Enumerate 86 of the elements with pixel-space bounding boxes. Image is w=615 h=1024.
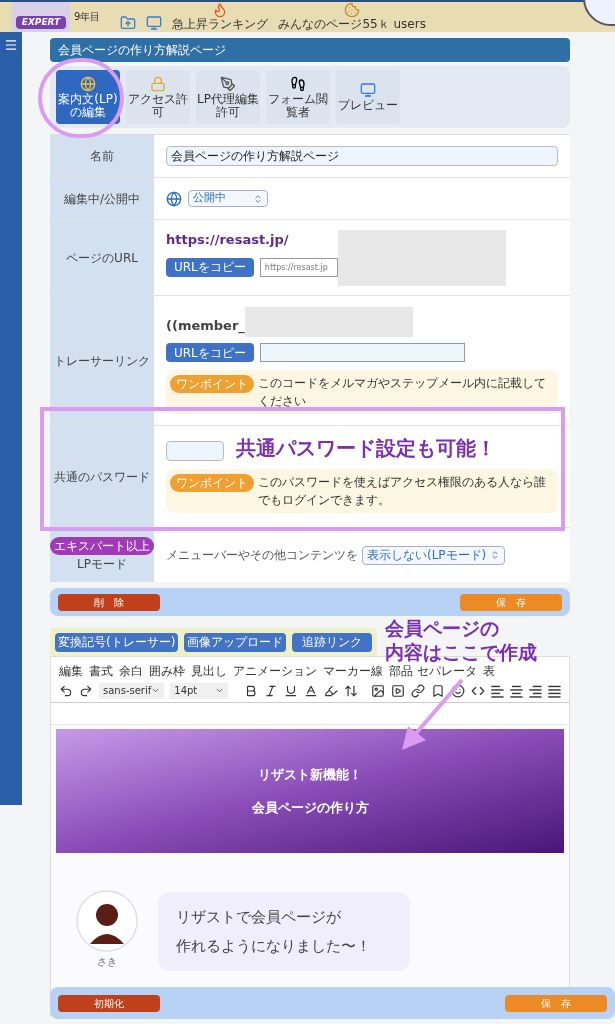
align-center-icon[interactable] (510, 683, 524, 698)
monitor-icon[interactable] (146, 15, 163, 31)
editor-menu-item[interactable]: アニメーション (233, 662, 317, 680)
tab[interactable]: 案内文(LP)の編集 (56, 70, 120, 124)
folder-icon[interactable] (120, 15, 137, 31)
editor-menu-item[interactable]: 編集 (59, 662, 83, 680)
avatar-icon (76, 890, 138, 952)
speech-text: 作れるようになりました〜！ (176, 935, 372, 957)
redo-icon[interactable] (79, 683, 93, 698)
font-select[interactable]: sans-serif (99, 682, 165, 699)
row-label: 共通のパスワード (50, 426, 154, 527)
nav-label[interactable]: みんなのページ55ｋ users (278, 18, 426, 31)
align-left-icon[interactable] (491, 683, 505, 698)
tip-text: このコードをメルマガやステップメール内に記載してください (258, 375, 547, 410)
url-field[interactable]: https://resast.jp (259, 257, 338, 277)
page-url-link[interactable]: https://resast.jp/ (166, 230, 338, 250)
editor-tool-button[interactable]: 変換記号(トレーサー) (55, 632, 179, 652)
editor-menu-item[interactable]: 表 (482, 662, 495, 680)
editor-menu-item[interactable]: 囲み枠 (149, 662, 185, 680)
italic-icon[interactable] (263, 683, 278, 698)
line-height-icon[interactable] (343, 683, 358, 698)
lp-mode-label: LPモード (77, 556, 127, 573)
row-label: ページのURL (50, 220, 154, 295)
row-label: トレーサーリンク (50, 296, 154, 425)
speech-text: リザストで会員ページが (176, 907, 342, 928)
row-label: 編集中/公開中 (50, 178, 154, 219)
tab[interactable]: アクセス許可 (126, 70, 190, 124)
tip-text: このパスワードを使えばアクセス権限のある人なら誰でもログインできます。 (258, 473, 547, 509)
chevron-down-icon (151, 686, 161, 695)
name-field[interactable]: 会員ページの作り方解説ページ (166, 146, 558, 166)
footprint-icon (290, 75, 306, 92)
emoji-icon[interactable] (451, 683, 466, 698)
editor-menu-item[interactable]: 余白 (119, 662, 143, 680)
expert-only-badge: エキスパート以上 (50, 537, 154, 555)
page-title-bar: 会員ページの作り方解説ページ (50, 38, 570, 62)
font-size-select[interactable]: 14pt (170, 682, 228, 699)
link-icon[interactable] (411, 683, 426, 698)
lp-mode-text: メニューバーやその他コンテンツを (166, 547, 358, 564)
lp-mode-select[interactable]: 表示しない(LPモード) (362, 545, 506, 565)
chevron-down-icon (214, 686, 224, 695)
select-arrows-icon (490, 550, 501, 560)
years-label: 9年目 (74, 10, 101, 24)
banner-text: リザスト新機能！ (258, 765, 362, 784)
tip-badge: ワンポイント (170, 473, 254, 492)
editor-menu-item[interactable]: 見出し (191, 662, 227, 680)
status-select[interactable]: 公開中 (188, 190, 268, 207)
row-label: 名前 (50, 135, 154, 177)
editor-menu-item[interactable]: 書式 (89, 662, 113, 680)
undo-icon[interactable] (59, 683, 73, 698)
highlighter-icon[interactable] (323, 683, 338, 698)
nav-label[interactable]: 急上昇ランキング (172, 18, 269, 31)
menu-icon[interactable] (4, 38, 18, 52)
editor-tool-button[interactable]: 追跡リンク (292, 632, 373, 652)
video-icon[interactable] (391, 683, 406, 698)
expert-badge: EXPERT (15, 15, 67, 29)
copy-url-button[interactable]: URLをコピー (166, 257, 254, 277)
pen-nib-icon (220, 75, 236, 92)
banner-text: 会員ページの作り方 (251, 799, 369, 817)
text-color-icon[interactable] (303, 683, 318, 698)
tracer-field[interactable] (259, 343, 465, 362)
tab[interactable]: プレビュー (336, 70, 400, 124)
reset-button[interactable]: 初期化 (58, 994, 160, 1012)
tracer-code: ((member_ (166, 316, 245, 335)
speaker-name: さき (97, 955, 117, 969)
globe-icon (80, 75, 96, 92)
annotation-text: 内容はここで作成 (385, 640, 537, 664)
align-justify-icon[interactable] (548, 683, 561, 698)
annotation-text: 会員ページの (385, 616, 500, 640)
tip-badge: ワンポイント (170, 375, 254, 393)
annotation-text: 共通パスワード設定も可能！ (236, 435, 496, 462)
password-field[interactable] (166, 440, 224, 461)
underline-icon[interactable] (283, 683, 298, 698)
image-icon[interactable] (371, 683, 386, 698)
bookmark-icon[interactable] (431, 683, 446, 698)
lock-icon (150, 75, 166, 92)
editor-tool-button[interactable]: 画像アップロード (184, 632, 287, 652)
delete-button[interactable]: 削 除 (58, 593, 160, 611)
copy-url-button[interactable]: URLをコピー (166, 343, 254, 362)
align-right-icon[interactable] (529, 683, 543, 698)
tab[interactable]: LP代理編集許可 (196, 70, 260, 124)
monitor-icon (360, 82, 376, 98)
select-arrows-icon (253, 193, 263, 204)
editor-menu-item[interactable]: 部品 セパレータ (389, 662, 477, 680)
editor-menu-item[interactable]: マーカー線 (323, 662, 383, 680)
globe-icon (166, 190, 182, 207)
tab[interactable]: フォーム閲覧者 (266, 70, 330, 124)
